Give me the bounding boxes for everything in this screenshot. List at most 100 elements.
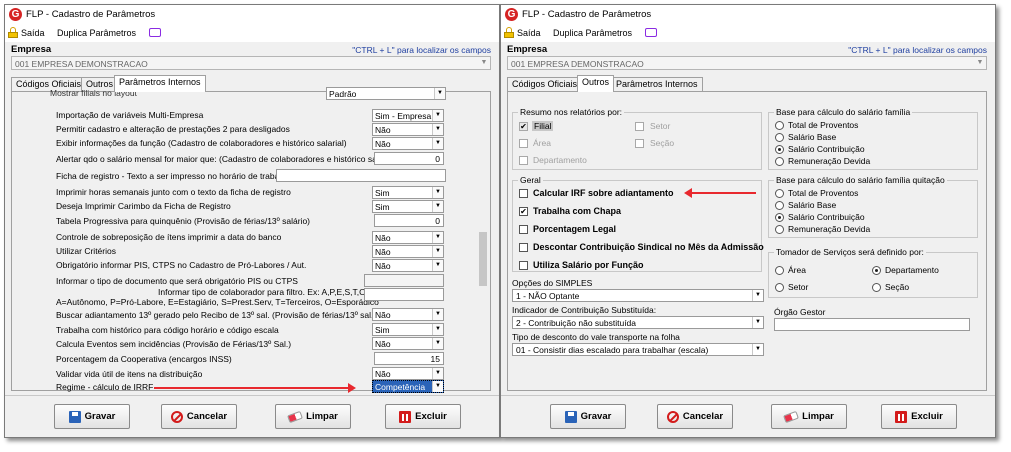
secao-checkbox[interactable]: [635, 139, 644, 148]
trabalha-chapa-checkbox[interactable]: ✔: [519, 207, 528, 216]
excluir-button[interactable]: Excluir: [881, 404, 957, 429]
empresa-select[interactable]: 001 EMPRESA DEMONSTRACAO ▼: [507, 56, 987, 70]
setor-checkbox[interactable]: [635, 122, 644, 131]
title-bar: G FLP - Cadastro de Parâmetros: [5, 5, 499, 25]
lock-icon[interactable]: [504, 27, 514, 38]
param-label: Permitir cadastro e alteração de prestaç…: [56, 124, 290, 134]
chevron-down-icon: ▼: [752, 290, 763, 301]
param-select[interactable]: Sim - Empresa ▼: [372, 109, 444, 122]
duplica-parametros-button[interactable]: Duplica Parâmetros: [553, 28, 632, 38]
area-label: Área: [533, 138, 551, 148]
simples-select[interactable]: 1 - NÃO Optante ▼: [512, 289, 764, 302]
gravar-button[interactable]: Gravar: [550, 404, 626, 429]
departamento-checkbox[interactable]: [519, 156, 528, 165]
calcular-irf-checkbox[interactable]: [519, 189, 528, 198]
select-value: Não: [375, 247, 391, 257]
param-select[interactable]: Padrão ▼: [326, 87, 446, 100]
tomador-radio[interactable]: [775, 283, 784, 292]
cancelar-button[interactable]: Cancelar: [161, 404, 237, 429]
tomador-departamento-label: Departamento: [885, 265, 939, 275]
tab-codigos-oficiais[interactable]: Códigos Oficiais: [507, 77, 583, 91]
select-value: Não: [375, 233, 391, 243]
chevron-down-icon: ▼: [432, 260, 443, 271]
familia-quitacao-radio[interactable]: [775, 189, 784, 198]
familia-radio[interactable]: [775, 121, 784, 130]
eraser-icon: [783, 410, 800, 423]
param-select[interactable]: Não ▼: [372, 308, 444, 321]
quinquenio-input[interactable]: 0: [374, 214, 444, 227]
area-checkbox[interactable]: [519, 139, 528, 148]
select-value: Não: [375, 339, 391, 349]
tomador-radio[interactable]: [872, 283, 881, 292]
filial-checkbox[interactable]: ✔: [519, 122, 528, 131]
resumo-group: Resumo nos relatórios por: ✔ Filial Seto…: [512, 107, 762, 170]
limpar-button[interactable]: Limpar: [275, 404, 351, 429]
salario-alerta-input[interactable]: 0: [374, 152, 444, 165]
chat-icon[interactable]: [149, 28, 161, 37]
param-select[interactable]: Não ▼: [372, 245, 444, 258]
param-select[interactable]: Sim ▼: [372, 323, 444, 336]
param-select[interactable]: Não ▼: [372, 231, 444, 244]
limpar-button[interactable]: Limpar: [771, 404, 847, 429]
param-select[interactable]: Não ▼: [372, 367, 444, 380]
param-select[interactable]: Não ▼: [372, 259, 444, 272]
substitutiva-select[interactable]: 2 - Contribuição não substituída ▼: [512, 316, 764, 329]
orgao-gestor-input[interactable]: [774, 318, 970, 331]
cancel-icon: [170, 410, 183, 423]
trash-icon: [895, 410, 908, 423]
tomador-radio[interactable]: [775, 266, 784, 275]
param-select[interactable]: Sim ▼: [372, 200, 444, 213]
familia-quitacao-radio[interactable]: [775, 213, 784, 222]
familia-option: Total de Proventos: [788, 120, 859, 130]
chevron-down-icon: ▼: [432, 381, 443, 392]
empresa-value: 001 EMPRESA DEMONSTRACAO: [511, 59, 644, 69]
select-value: Sim - Empresa: [375, 111, 432, 121]
chevron-down-icon: ▼: [752, 317, 763, 328]
cancelar-button[interactable]: Cancelar: [657, 404, 733, 429]
tipo-colaborador-input[interactable]: [364, 288, 444, 301]
chevron-down-icon: ▼: [432, 201, 443, 212]
excluir-button[interactable]: Excluir: [385, 404, 461, 429]
param-select[interactable]: Não ▼: [372, 137, 444, 150]
lock-icon[interactable]: [8, 27, 18, 38]
familia-quitacao-radio[interactable]: [775, 201, 784, 210]
familia-radio[interactable]: [775, 157, 784, 166]
chat-icon[interactable]: [645, 28, 657, 37]
familia-radio[interactable]: [775, 133, 784, 142]
vale-transporte-select[interactable]: 01 - Consistir dias escalado para trabal…: [512, 343, 764, 356]
tomador-radio[interactable]: [872, 266, 881, 275]
gravar-button[interactable]: Gravar: [54, 404, 130, 429]
familia-quitacao-radio[interactable]: [775, 225, 784, 234]
tomador-label: Tomador de Serviços será definido por:: [774, 247, 926, 257]
cooperativa-input[interactable]: 15: [374, 352, 444, 365]
vertical-scrollbar[interactable]: [478, 94, 488, 388]
param-select[interactable]: Não ▼: [372, 337, 444, 350]
eraser-icon: [287, 410, 304, 423]
param-label: Porcentagem da Cooperativa (encargos INS…: [56, 354, 232, 364]
familia-radio[interactable]: [775, 145, 784, 154]
porcentagem-legal-checkbox[interactable]: [519, 225, 528, 234]
chevron-down-icon: ▼: [976, 59, 984, 66]
descontar-sindical-checkbox[interactable]: [519, 243, 528, 252]
empresa-select[interactable]: 001 EMPRESA DEMONSTRACAO ▼: [11, 56, 491, 70]
saida-button[interactable]: Saída: [517, 28, 541, 38]
salario-funcao-checkbox[interactable]: [519, 261, 528, 270]
tomador-group: Tomador de Serviços será definido por: Á…: [768, 247, 978, 298]
param-select[interactable]: Não ▼: [372, 123, 444, 136]
saida-button[interactable]: Saída: [21, 28, 45, 38]
tab-parametros-internos[interactable]: Parâmetros Internos: [114, 75, 206, 92]
tab-outros[interactable]: Outros: [577, 75, 615, 92]
regime-irrf-select[interactable]: Competência ▼: [372, 380, 444, 393]
param-label: Utilizar Critérios: [56, 246, 116, 256]
trash-icon: [399, 410, 412, 423]
texto-horario-input[interactable]: [276, 169, 446, 182]
param-label: Deseja Imprimir Carimbo da Ficha de Regi…: [56, 201, 231, 211]
tab-parametros-internos[interactable]: Parâmetros Internos: [611, 77, 703, 91]
param-select[interactable]: Sim ▼: [372, 186, 444, 199]
geral-option: Porcentagem Legal: [533, 224, 617, 234]
orgao-gestor-label: Órgão Gestor: [774, 307, 826, 317]
tipo-documento-input[interactable]: [364, 274, 444, 287]
scrollbar-thumb[interactable]: [479, 232, 487, 286]
duplica-parametros-button[interactable]: Duplica Parâmetros: [57, 28, 136, 38]
param-label: Informar tipo de colaborador para filtro…: [158, 287, 366, 297]
